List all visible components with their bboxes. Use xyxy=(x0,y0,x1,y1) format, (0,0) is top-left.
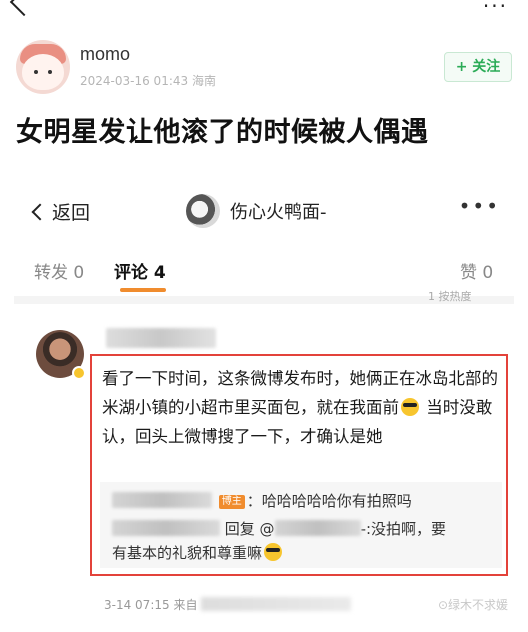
comment-timestamp: 3-14 07:15 来自 xyxy=(104,598,198,612)
sunglasses-emoji-icon xyxy=(264,543,283,561)
comment-text: 看了一下时间，这条微博发布时，她俩正在冰岛北部的米湖小镇的小超市里买面包，就在我… xyxy=(102,364,502,451)
reply-item: 回复 @ -:没拍啊，要 xyxy=(112,518,446,539)
vip-badge-icon xyxy=(72,366,86,380)
tab-comments[interactable]: 评论 4 xyxy=(114,258,166,283)
reply-text: -:没拍啊，要 xyxy=(360,520,447,538)
reply-item: 有基本的礼貌和尊重嘛 xyxy=(112,542,284,563)
blurred-username xyxy=(274,520,361,536)
op-badge: 博主 xyxy=(218,495,245,509)
tab-likes[interactable]: 赞 0 xyxy=(460,258,493,283)
highlight-box: 看了一下时间，这条微博发布时，她俩正在冰岛北部的米湖小镇的小超市里买面包，就在我… xyxy=(90,354,508,576)
follow-button[interactable]: + 关注 xyxy=(444,52,512,82)
poster-header: momo 2024-03-16 01:43 海南 + 关注 xyxy=(16,40,512,96)
reply-text: ：哈哈哈哈哈你有拍照吗 xyxy=(246,492,412,510)
poster-name[interactable]: momo xyxy=(80,44,130,65)
post-title: 女明星发让他滚了的时候被人偶遇 xyxy=(16,117,429,148)
embedded-screenshot: 返回 伤心火鸭面- ••• 转发 0 评论 4 赞 0 1 按热度 看了一下时间… xyxy=(14,178,514,632)
avatar xyxy=(186,194,220,228)
more-options-icon[interactable]: ••• xyxy=(459,194,500,218)
back-icon[interactable] xyxy=(9,0,39,17)
tab-reposts[interactable]: 转发 0 xyxy=(34,258,84,283)
embed-user-name: 伤心火鸭面- xyxy=(230,202,327,223)
comment-tabs: 转发 0 评论 4 赞 0 xyxy=(14,248,514,292)
reply-item: 博主 ：哈哈哈哈哈你有拍照吗 xyxy=(112,490,412,511)
chevron-left-icon xyxy=(31,203,49,220)
watermark: ⊙绿木不求媛 xyxy=(437,598,508,612)
blurred-username xyxy=(112,520,220,536)
post-meta: 2024-03-16 01:43 海南 xyxy=(80,74,216,88)
avatar[interactable] xyxy=(16,40,70,94)
embed-user[interactable]: 伤心火鸭面- xyxy=(186,194,327,228)
back-label: 返回 xyxy=(52,202,91,224)
reply-list[interactable]: 博主 ：哈哈哈哈哈你有拍照吗 回复 @ -:没拍啊，要 有基本的礼貌和尊重嘛 xyxy=(100,482,502,568)
blurred-username xyxy=(112,492,212,508)
reply-prefix: 回复 @ xyxy=(224,520,275,538)
active-tab-indicator xyxy=(120,288,166,292)
embed-back-button[interactable]: 返回 xyxy=(31,198,91,225)
blurred-source xyxy=(201,597,352,611)
embed-header: 返回 伤心火鸭面- ••• xyxy=(14,178,514,244)
more-options-icon[interactable]: ··· xyxy=(483,0,508,18)
blurred-username xyxy=(106,328,216,348)
comment-footer: 3-14 07:15 来自 xyxy=(104,596,352,613)
reply-text: 有基本的礼貌和尊重嘛 xyxy=(112,544,263,562)
sort-label[interactable]: 1 按热度 xyxy=(428,288,472,304)
top-bar: ··· xyxy=(0,0,528,18)
sunglasses-emoji-icon xyxy=(401,398,419,416)
